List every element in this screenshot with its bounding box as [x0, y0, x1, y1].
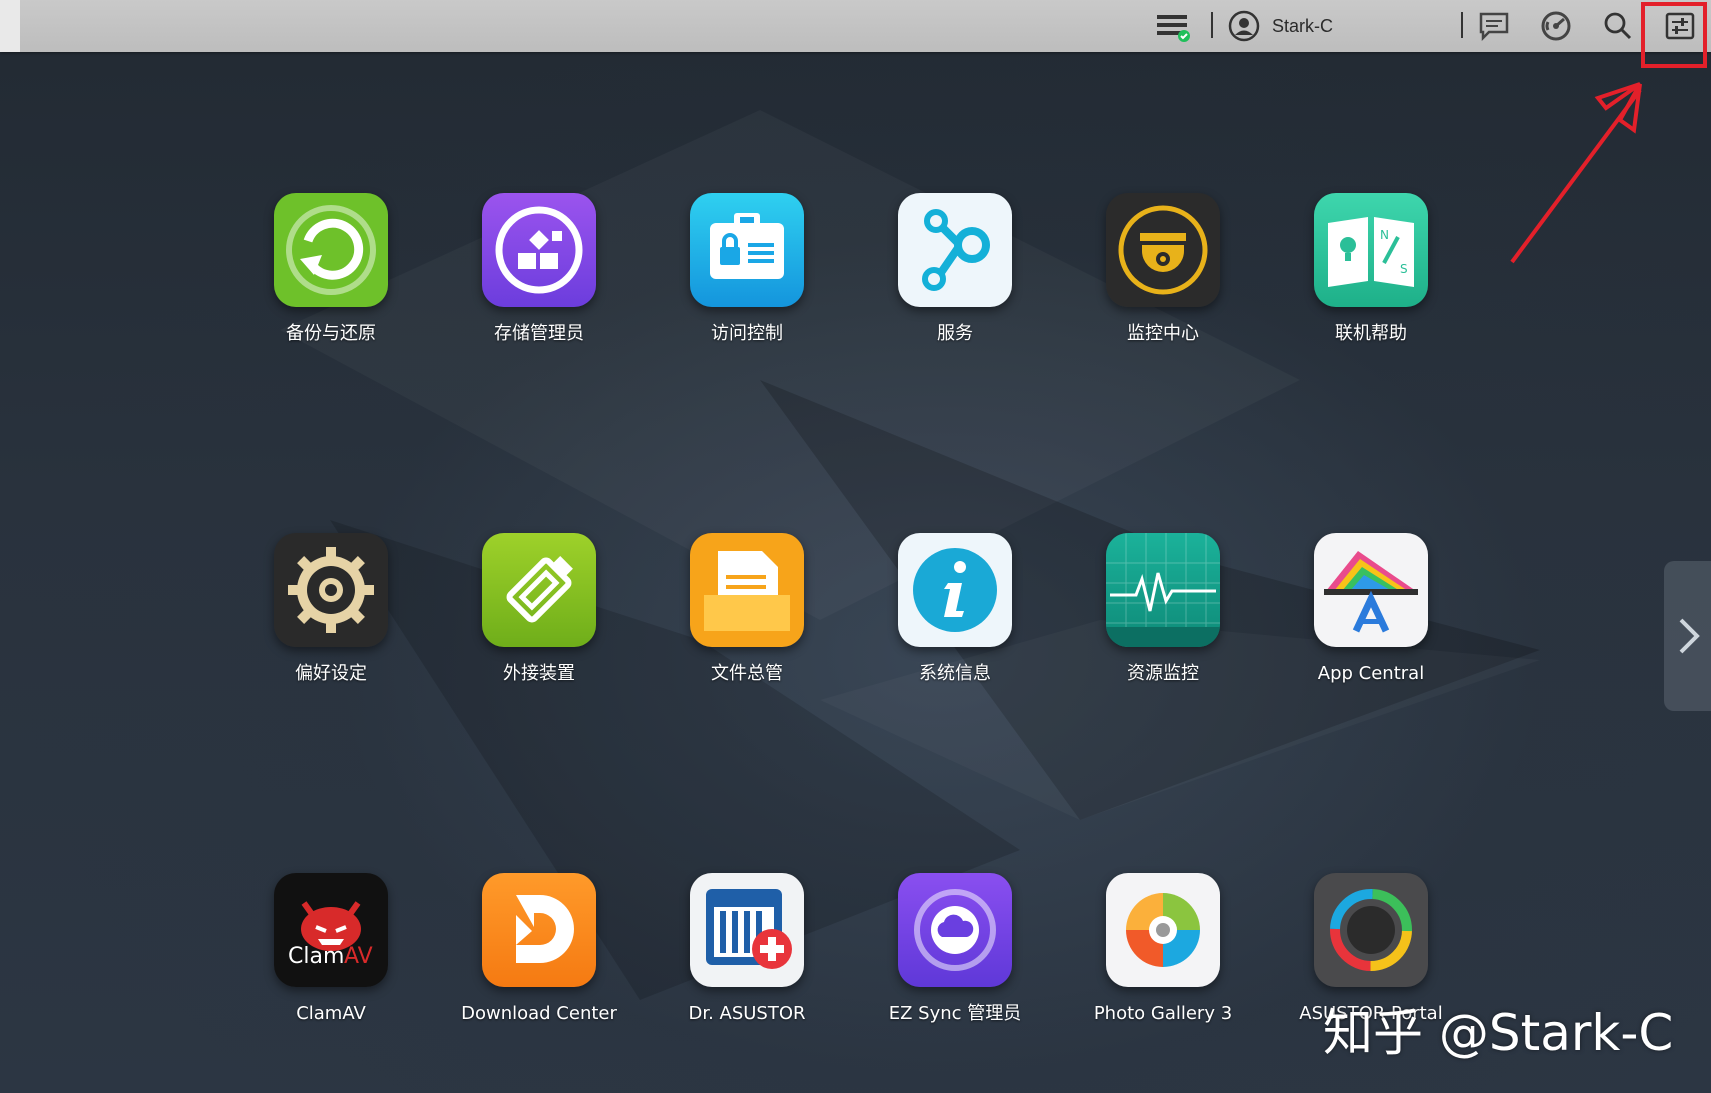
username-label[interactable]: Stark-C: [1272, 0, 1362, 52]
annotation-arrow: [1510, 82, 1642, 264]
user-avatar-icon[interactable]: [1226, 0, 1262, 52]
download-center-icon: [482, 873, 596, 987]
svg-text:AV: AV: [344, 944, 373, 969]
highlight-box: [1641, 2, 1707, 68]
backup-restore-icon: [274, 193, 388, 307]
app-storage-manager[interactable]: 存储管理员: [439, 193, 639, 345]
services-icon: [898, 193, 1012, 307]
clamav-icon: Clam AV: [274, 873, 388, 987]
dashboard-gauge-icon[interactable]: [1536, 0, 1576, 52]
app-services[interactable]: 服务: [855, 193, 1055, 345]
ez-sync-icon: [898, 873, 1012, 987]
resource-monitor-icon: [1106, 533, 1220, 647]
app-dr-asustor[interactable]: Dr. ASUSTOR: [647, 873, 847, 1025]
next-page-button[interactable]: [1664, 561, 1711, 711]
app-online-help[interactable]: N S 联机帮助: [1271, 193, 1471, 345]
app-app-central[interactable]: App Central: [1271, 533, 1471, 685]
app-backup-restore[interactable]: 备份与还原: [231, 193, 431, 345]
svg-text:S: S: [1400, 262, 1408, 276]
app-photo-gallery[interactable]: Photo Gallery 3: [1063, 873, 1263, 1025]
svg-text:N: N: [1380, 228, 1389, 242]
online-help-icon: N S: [1314, 193, 1428, 307]
photo-gallery-icon: [1106, 873, 1220, 987]
preferences-gear-icon: [274, 533, 388, 647]
dr-asustor-icon: [690, 873, 804, 987]
app-system-info[interactable]: 系统信息: [855, 533, 1055, 685]
taskbar-separator: [1211, 12, 1213, 38]
app-resource-monitor[interactable]: 资源监控: [1063, 533, 1263, 685]
system-info-icon: [898, 533, 1012, 647]
svg-text:Clam: Clam: [288, 944, 344, 969]
app-file-explorer[interactable]: 文件总管: [647, 533, 847, 685]
taskbar-separator: [1461, 12, 1463, 38]
app-clamav[interactable]: Clam AV ClamAV: [231, 873, 431, 1025]
app-ez-sync[interactable]: EZ Sync 管理员: [855, 873, 1055, 1025]
storage-manager-icon: [482, 193, 596, 307]
taskbar-status-icon[interactable]: [1152, 0, 1192, 52]
app-external-devices[interactable]: 外接装置: [439, 533, 639, 685]
watermark-text: 知乎 @Stark-C: [1323, 1004, 1674, 1062]
chevron-right-icon: [1679, 618, 1700, 654]
taskbar-left-edge: [0, 0, 20, 52]
app-monitor-center[interactable]: 监控中心: [1063, 193, 1263, 345]
app-access-control[interactable]: 访问控制: [647, 193, 847, 345]
app-central-icon: [1314, 533, 1428, 647]
app-download-center[interactable]: Download Center: [439, 873, 639, 1025]
asustor-portal-icon: [1314, 873, 1428, 987]
top-taskbar: Stark-C: [0, 0, 1711, 52]
file-explorer-icon: [690, 533, 804, 647]
message-icon[interactable]: [1474, 0, 1514, 52]
search-icon[interactable]: [1598, 0, 1638, 52]
external-devices-icon: [482, 533, 596, 647]
monitor-center-icon: [1106, 193, 1220, 307]
access-control-icon: [690, 193, 804, 307]
app-preferences[interactable]: 偏好设定: [231, 533, 431, 685]
